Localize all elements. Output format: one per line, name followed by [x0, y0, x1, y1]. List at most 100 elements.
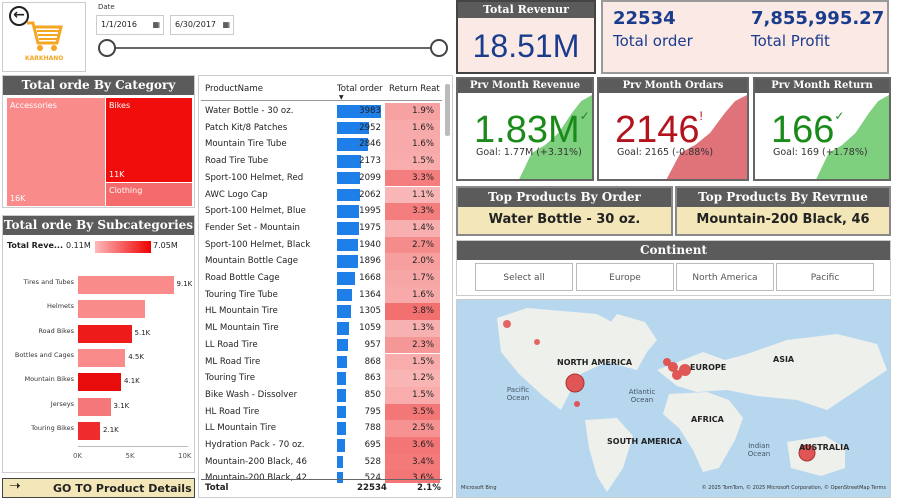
return-rate: 1.1% [385, 186, 440, 204]
start-date-input[interactable]: 1/1/2016 ▦ [96, 15, 164, 35]
australia-shape [787, 436, 845, 476]
date-end-handle[interactable] [430, 39, 448, 57]
order-cell: 1975 [335, 220, 383, 237]
table-row[interactable]: HL Mountain Tire 1305 3.8% [201, 303, 446, 321]
subcat-bar[interactable] [78, 421, 101, 440]
total-profit-value: 7,855,995.27 [751, 8, 885, 29]
subcat-bar[interactable] [78, 348, 126, 367]
table-row[interactable]: Fender Set - Mountain 1975 1.4% [201, 219, 446, 237]
product-name: Patch Kit/8 Patches [205, 122, 288, 133]
calendar-icon[interactable]: ▦ [152, 16, 160, 34]
subcat-bar[interactable] [78, 300, 146, 319]
top-revenue-title: Top Products By Revrnue [677, 188, 889, 207]
order-bar [337, 439, 345, 452]
order-bar [337, 255, 358, 268]
table-row[interactable]: Mountain Tire Tube 2846 1.6% [201, 136, 446, 154]
order-value: 850 [364, 389, 381, 400]
return-rate: 1.5% [385, 386, 440, 404]
subcat-tick: 10K [178, 452, 192, 460]
order-bar [337, 305, 352, 319]
continent-option-select-all[interactable]: Select all [475, 263, 573, 291]
table-row[interactable]: HL Road Tire 795 3.5% [201, 403, 446, 421]
table-row[interactable]: AWC Logo Cap 2062 1.1% [201, 186, 446, 204]
subcat-bar-value: 9.1K [176, 280, 193, 288]
map-credit[interactable]: © 2025 TomTom, © 2025 Microsoft Corporat… [702, 485, 886, 491]
subcat-bar-label: Jerseys [50, 399, 74, 408]
table-row[interactable]: ML Mountain Tire 1059 1.3% [201, 320, 446, 337]
return-rate: 1.6% [385, 286, 440, 304]
top-order-card: Top Products By Order Water Bottle - 30 … [456, 186, 673, 236]
table-row[interactable]: Touring Tire Tube 1364 1.6% [201, 286, 446, 304]
table-row[interactable]: Patch Kit/8 Patches 2952 1.6% [201, 119, 446, 137]
order-cell: 1896 [335, 253, 383, 270]
calendar-icon[interactable]: ▦ [222, 16, 230, 34]
table-row[interactable]: Mountain Bottle Cage 1896 2.0% [201, 253, 446, 270]
order-cell: 2952 [335, 120, 383, 137]
table-row[interactable]: Sport-100 Helmet, Blue 1995 3.3% [201, 203, 446, 220]
kpi-value: 2146! [615, 109, 703, 151]
table-row[interactable]: Touring Tire 863 1.2% [201, 370, 446, 387]
subcat-bar[interactable] [78, 397, 111, 416]
subcat-bar[interactable] [78, 276, 174, 294]
sales-map[interactable]: NORTH AMERICA EUROPE ASIA Pacific Ocean … [456, 299, 891, 498]
map-label: EUROPE [690, 363, 727, 372]
table-row[interactable]: Sport-100 Helmet, Black 1940 2.7% [201, 236, 446, 254]
table-row[interactable]: Water Bottle - 30 oz. 3983 1.9% [201, 103, 446, 120]
goto-product-details-button[interactable]: ➝ GO TO Product Details [2, 478, 195, 498]
product-name: Mountain Bottle Cage [205, 256, 299, 267]
table-row[interactable]: Mountain-200 Black, 42 524 3.6% [201, 470, 446, 483]
table-row[interactable]: LL Mountain Tire 788 2.5% [201, 420, 446, 437]
order-bar [337, 322, 349, 335]
table-row[interactable]: Hydration Pack - 70 oz. 695 3.6% [201, 437, 446, 454]
map-label: NORTH AMERICA [557, 358, 633, 367]
order-cell: 863 [335, 370, 383, 387]
table-row[interactable]: Mountain-200 Black, 46 528 3.4% [201, 453, 446, 471]
treemap-bikes[interactable]: Bikes 11K [106, 98, 192, 182]
order-value: 1364 [359, 289, 381, 300]
logo-panel: ← KARKHANO [2, 2, 86, 72]
total-order-value: 22534 [613, 8, 676, 29]
table-body: Water Bottle - 30 oz. 3983 1.9% Patch Kit… [201, 103, 446, 483]
subcat-bar-label: Bottles and Cages [14, 350, 74, 359]
kpi-card: Prv Month Revenue 1.83M✓ Goal: 1.77M (+3… [456, 77, 594, 181]
treemap-clothing[interactable]: Clothing [106, 183, 192, 206]
col-header-product[interactable]: ProductName [205, 84, 263, 94]
date-label: Date [98, 3, 115, 11]
table-row[interactable]: ML Road Tire 868 1.5% [201, 353, 446, 371]
return-rate: 1.7% [385, 270, 440, 287]
col-header-total-order[interactable]: Total order [337, 84, 383, 94]
col-header-return-rate[interactable]: Return Reat [389, 84, 440, 94]
subcat-bar[interactable] [78, 373, 122, 392]
order-cell: 1305 [335, 303, 383, 320]
date-range-track[interactable] [108, 47, 438, 49]
return-rate: 1.9% [385, 103, 440, 120]
order-cell: 1995 [335, 203, 383, 220]
table-scrollbar[interactable] [445, 84, 450, 136]
end-date-input[interactable]: 6/30/2017 ▦ [170, 15, 234, 35]
order-value: 524 [365, 470, 381, 483]
order-cell: 1364 [335, 287, 383, 304]
order-profit-card: 22534 Total order 7,855,995.27 Total Pro… [601, 0, 889, 74]
table-row[interactable]: Bike Wash - Dissolver 850 1.5% [201, 386, 446, 404]
order-value: 1668 [359, 273, 381, 283]
end-date-value: 6/30/2017 [175, 20, 217, 29]
table-row[interactable]: Road Tire Tube 2173 1.5% [201, 153, 446, 170]
continent-option-north-america[interactable]: North America [676, 263, 774, 291]
table-row[interactable]: Sport-100 Helmet, Red 2099 3.3% [201, 169, 446, 187]
product-name: Mountain-200 Black, 42 [205, 470, 335, 483]
order-value: 957 [364, 339, 381, 350]
order-value: 2952 [359, 122, 381, 133]
continent-option-europe[interactable]: Europe [576, 263, 674, 291]
subcat-bar[interactable] [78, 324, 132, 343]
continent-option-pacific[interactable]: Pacific [776, 263, 874, 291]
treemap-label: Accessories [10, 101, 57, 110]
table-row[interactable]: Road Bottle Cage 1668 1.7% [201, 270, 446, 287]
treemap-value: 16K [10, 194, 26, 203]
table-row[interactable]: LL Road Tire 957 2.3% [201, 336, 446, 354]
treemap-accessories[interactable]: Accessories 16K [7, 98, 105, 206]
product-name: Hydration Pack - 70 oz. [205, 440, 305, 450]
date-start-handle[interactable] [98, 39, 116, 57]
product-name: Sport-100 Helmet, Black [205, 239, 311, 250]
order-cell: 1668 [335, 270, 383, 287]
product-name: LL Mountain Tire [205, 423, 277, 434]
